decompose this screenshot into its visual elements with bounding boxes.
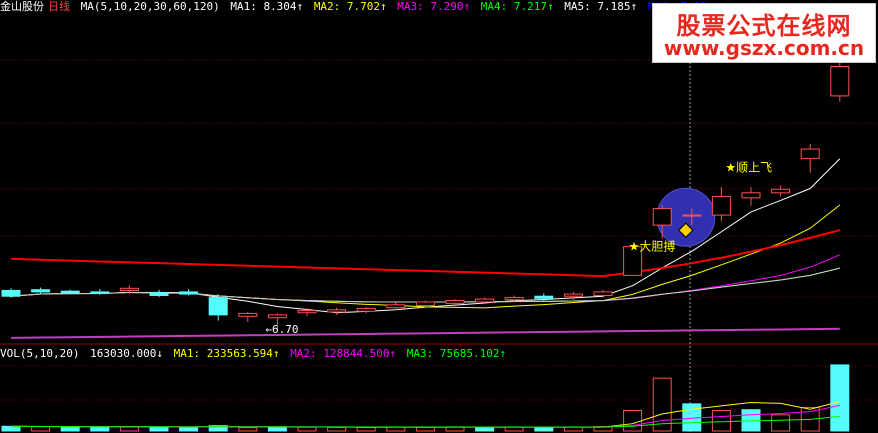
volume-bar bbox=[119, 426, 139, 432]
candle-body bbox=[356, 307, 376, 312]
volume-header: VOL(5,10,20) 163030.000↓ MA1: 233563.594… bbox=[0, 347, 510, 361]
candle-body bbox=[593, 291, 613, 296]
volume-bar bbox=[534, 426, 554, 432]
annotation-label: ★大胆搏 bbox=[629, 240, 676, 254]
candle-body bbox=[534, 295, 554, 299]
ma-long-line bbox=[10, 327, 840, 339]
candle-body bbox=[445, 300, 465, 304]
candle-body bbox=[119, 287, 139, 291]
candle-body bbox=[563, 293, 583, 297]
volume-bar bbox=[267, 426, 287, 432]
candle-body bbox=[238, 312, 258, 317]
candle-body bbox=[327, 309, 347, 313]
candle-body bbox=[741, 192, 761, 199]
ma6-line bbox=[10, 229, 841, 278]
candle-body bbox=[267, 314, 287, 319]
candle-body bbox=[830, 65, 850, 97]
candle-body bbox=[90, 291, 110, 294]
candle-body bbox=[179, 291, 199, 295]
volume-bar bbox=[1, 425, 21, 432]
vol-ma1-value: MA1: 233563.594↑ bbox=[173, 347, 280, 360]
candle-body bbox=[682, 214, 702, 217]
volume-bar bbox=[711, 409, 731, 432]
candle-body bbox=[208, 297, 228, 316]
volume-bar bbox=[179, 426, 199, 432]
volume-bar bbox=[149, 426, 169, 432]
candle-body bbox=[711, 195, 731, 216]
candle-body bbox=[475, 298, 495, 303]
vol-value: 163030.000↓ bbox=[90, 347, 163, 360]
volume-bar bbox=[771, 414, 791, 432]
price-low-label: ←6.70 bbox=[265, 323, 298, 336]
candle-body bbox=[1, 289, 21, 297]
volume-bar bbox=[356, 426, 376, 432]
volume-bar bbox=[31, 426, 51, 432]
volume-bar bbox=[327, 426, 347, 432]
candlestick-chart[interactable]: ←6.70 ★大胆搏 ★顺上飞 bbox=[0, 0, 878, 433]
vol-formula: VOL(5,10,20) bbox=[0, 347, 80, 360]
candle-body bbox=[60, 290, 80, 294]
volume-bar bbox=[830, 364, 850, 432]
watermark-url: www.gszx.com.cn bbox=[663, 36, 865, 60]
candle-body bbox=[297, 310, 317, 314]
vol-ma2-value: MA2: 128844.500↑ bbox=[290, 347, 397, 360]
candle-body bbox=[31, 289, 51, 293]
candle-body bbox=[652, 208, 672, 226]
site-watermark: 股票公式在线网 www.gszx.com.cn bbox=[652, 3, 876, 63]
volume-bar bbox=[475, 426, 495, 432]
vol-ma3-value: MA3: 75685.102↑ bbox=[406, 347, 507, 360]
volume-bar bbox=[60, 426, 80, 432]
candle-body bbox=[504, 297, 524, 301]
candle-body bbox=[415, 301, 435, 307]
volume-bar bbox=[415, 426, 435, 432]
volume-bar bbox=[297, 426, 317, 432]
candle-body bbox=[771, 188, 791, 194]
volume-bar bbox=[238, 427, 258, 432]
candle-body bbox=[800, 148, 820, 159]
kline-chart-stage: 金山股份 日线 MA(5,10,20,30,60,120) MA1: 8.304↑… bbox=[0, 0, 878, 433]
candle-body bbox=[386, 304, 406, 309]
volume-bar bbox=[623, 409, 643, 432]
candle-body bbox=[149, 292, 169, 296]
annotation-label: ★顺上飞 bbox=[725, 160, 772, 174]
volume-bar bbox=[90, 426, 110, 432]
